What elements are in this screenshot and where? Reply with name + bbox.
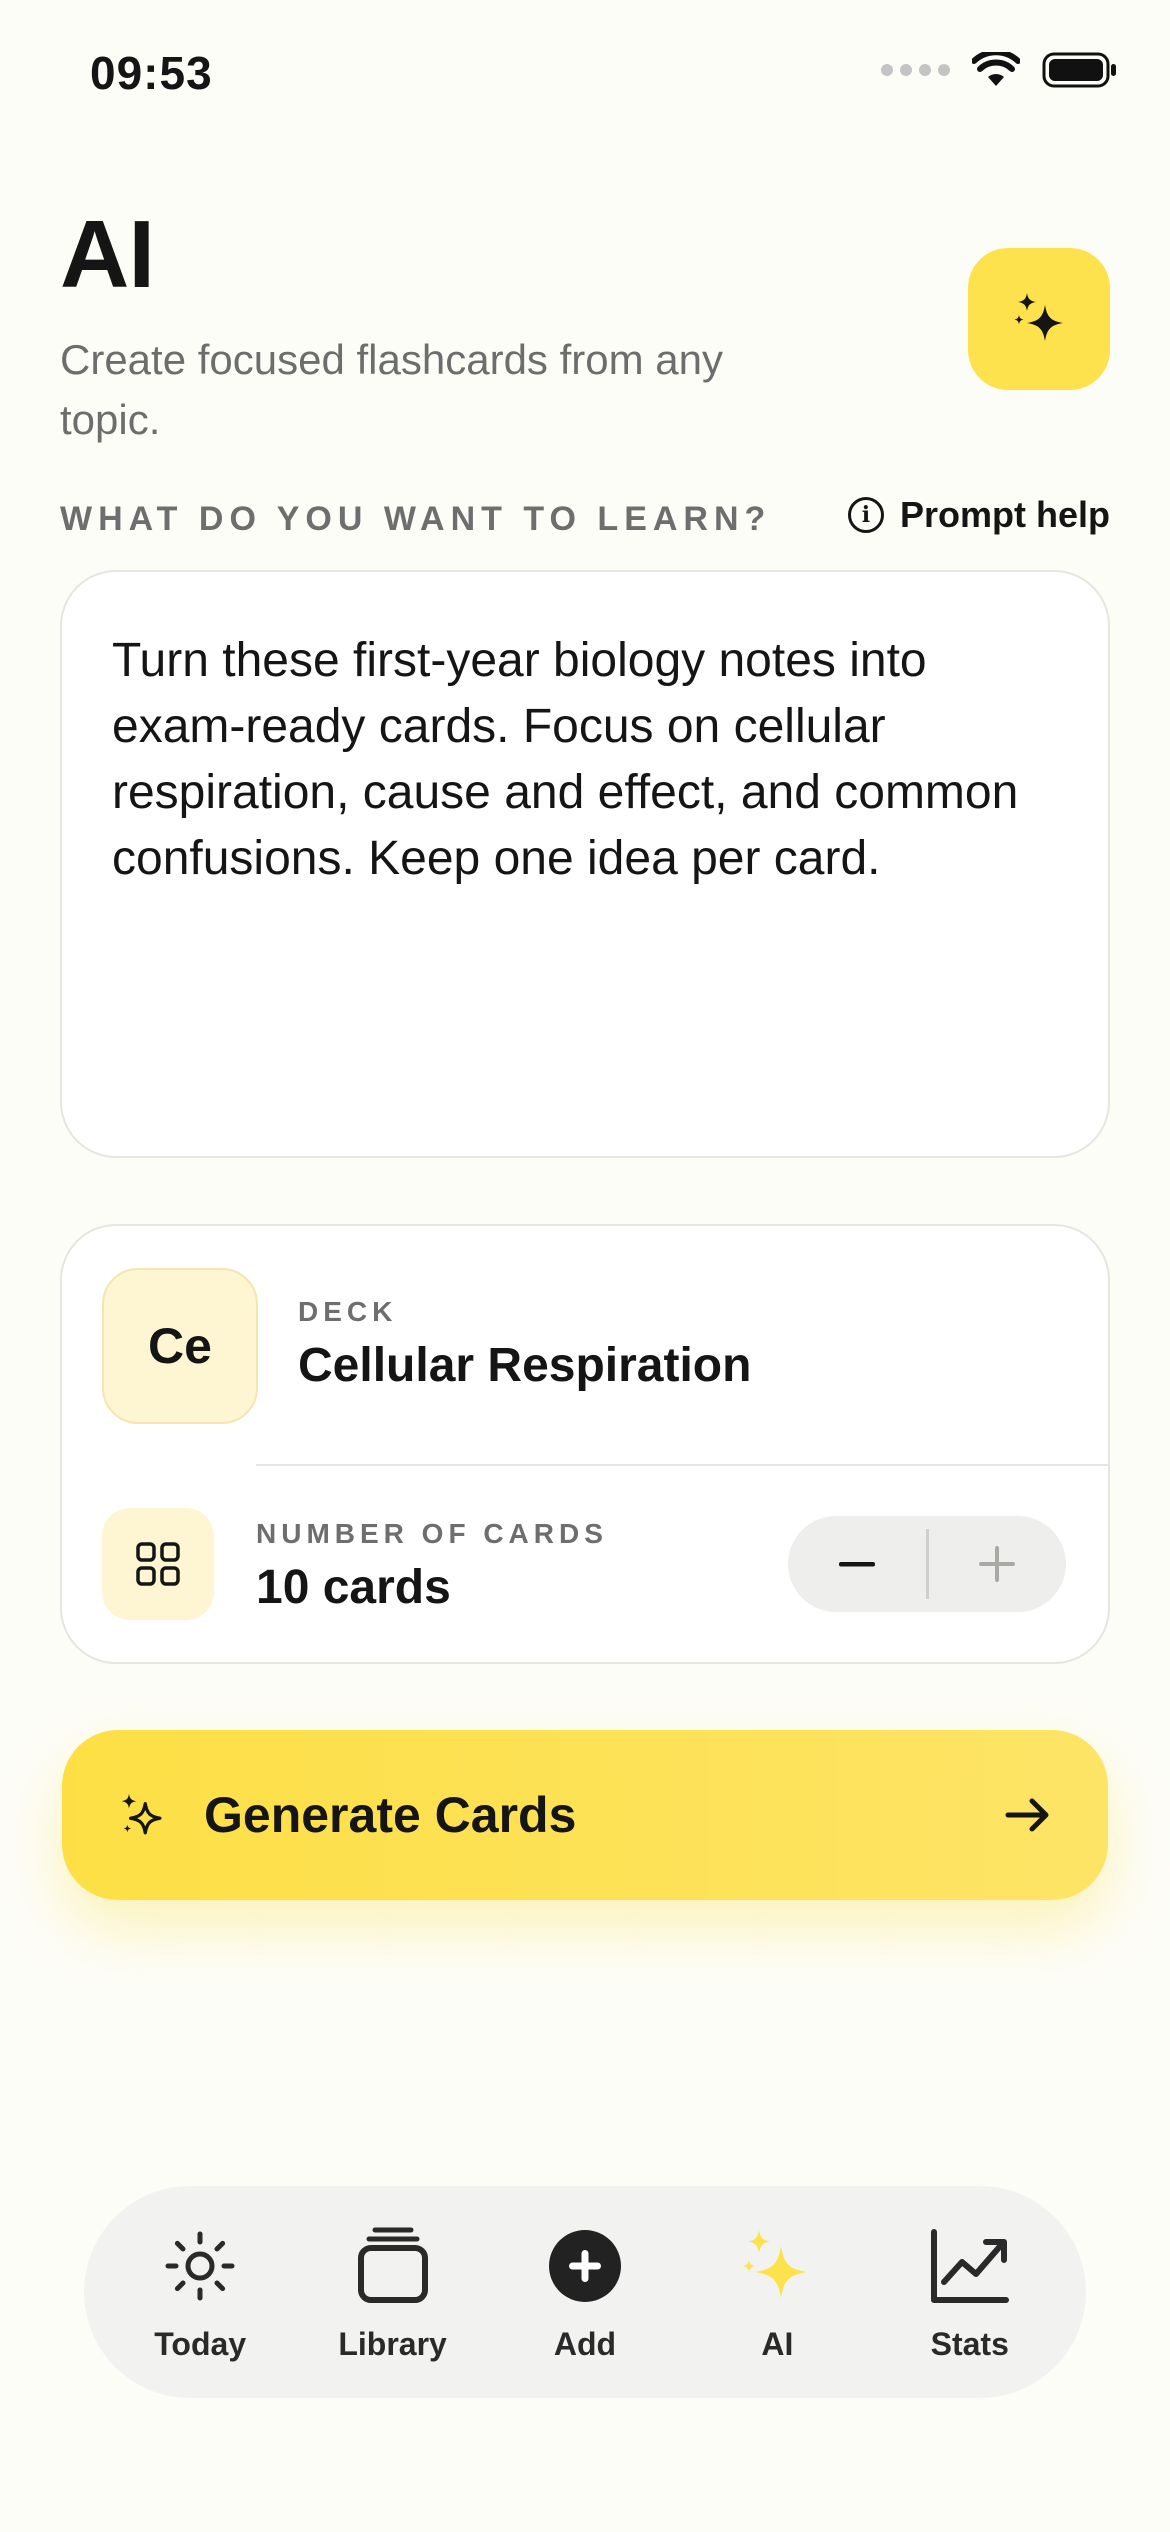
- tab-add[interactable]: Add: [495, 2222, 675, 2363]
- cellular-signal-icon: [881, 64, 950, 76]
- arrow-right-icon: [1005, 1798, 1049, 1832]
- deck-label: DECK: [298, 1296, 398, 1327]
- prompt-section-label: WHAT DO YOU WANT TO LEARN?: [60, 500, 772, 538]
- chart-line-icon: [926, 2222, 1014, 2310]
- battery-icon: [1042, 52, 1116, 88]
- status-indicators: [881, 52, 1118, 88]
- prompt-help-link[interactable]: i Prompt help: [847, 494, 1110, 536]
- plus-circle-icon: [541, 2222, 629, 2310]
- sparkles-icon: [733, 2222, 821, 2310]
- decrement-button[interactable]: [788, 1516, 926, 1612]
- generate-cards-label: Generate Cards: [204, 1787, 577, 1843]
- sun-icon: [156, 2222, 244, 2310]
- wifi-icon: [972, 52, 1020, 86]
- tab-label: Stats: [930, 2325, 1009, 2362]
- plus-icon: [979, 1546, 1016, 1582]
- tab-stats[interactable]: Stats: [880, 2222, 1060, 2363]
- prompt-text[interactable]: Turn these first-year biology notes into…: [112, 628, 1058, 892]
- deck-settings-card: Ce DECK Cellular Respiration NUMBER OF C…: [60, 1224, 1110, 1664]
- grid-icon: [102, 1508, 214, 1620]
- sparkles-icon: [121, 1793, 162, 1835]
- card-count-stepper: [788, 1516, 1066, 1612]
- tab-today[interactable]: Today: [110, 2222, 290, 2363]
- page-title: AI: [60, 201, 155, 308]
- increment-button[interactable]: [929, 1516, 1067, 1612]
- tab-label: Library: [338, 2325, 447, 2362]
- tab-label: AI: [761, 2325, 794, 2362]
- stack-icon: [349, 2222, 437, 2310]
- tab-library[interactable]: Library: [303, 2222, 483, 2363]
- ai-sparkles-button[interactable]: [968, 248, 1110, 390]
- sparkles-icon: [1014, 293, 1063, 341]
- deck-avatar: Ce: [102, 1268, 258, 1424]
- deck-name: Cellular Respiration: [298, 1339, 752, 1392]
- info-icon: i: [847, 497, 884, 533]
- ai-screen: 09:53 AI Create focused flashcards from …: [0, 0, 1170, 2532]
- status-time: 09:53: [90, 47, 213, 99]
- prompt-input[interactable]: Turn these first-year biology notes into…: [60, 570, 1110, 1158]
- prompt-help-label: Prompt help: [899, 494, 1110, 535]
- card-count-label: NUMBER OF CARDS: [256, 1518, 608, 1549]
- page-subtitle: Create focused flashcards from any topic…: [60, 336, 723, 443]
- tab-label: Add: [553, 2325, 617, 2362]
- tab-ai[interactable]: AI: [687, 2222, 867, 2363]
- card-count-value: 10 cards: [256, 1561, 451, 1614]
- tab-bar: Today Library Add AI Stats: [84, 2186, 1086, 2398]
- generate-cards-button[interactable]: Generate Cards: [62, 1730, 1108, 1900]
- minus-icon: [838, 1562, 875, 1567]
- tab-label: Today: [154, 2325, 247, 2362]
- divider: [256, 1464, 1108, 1466]
